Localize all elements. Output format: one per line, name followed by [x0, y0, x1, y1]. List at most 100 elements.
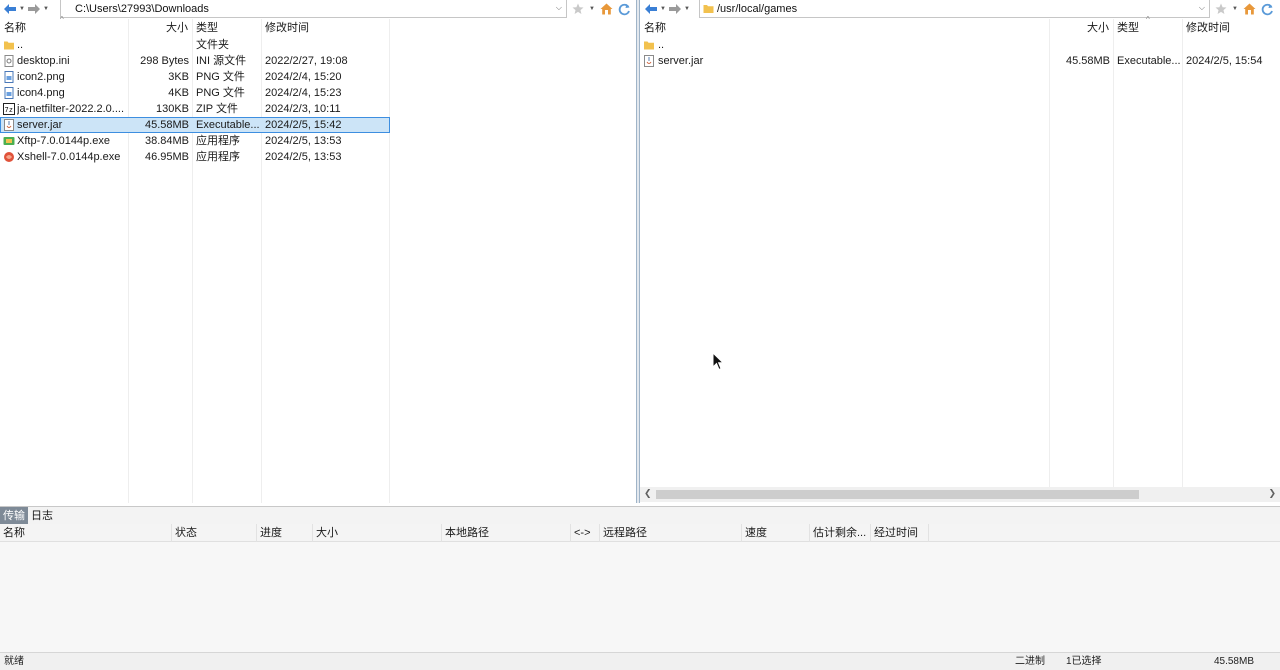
back-dropdown-icon[interactable]: ▼	[659, 6, 667, 12]
forward-dropdown-icon[interactable]: ▼	[42, 6, 50, 12]
file-name: Xshell-7.0.0144p.exe	[17, 151, 121, 163]
file-modified: 2022/2/27, 19:08	[265, 55, 348, 67]
chevron-down-icon[interactable]: ⌵	[556, 3, 562, 13]
file-row[interactable]: icon4.png 4KB PNG 文件 2024/2/4, 15:23	[0, 85, 636, 101]
col-modified-header[interactable]: 修改时间	[261, 19, 389, 37]
forward-arrow-icon[interactable]	[667, 1, 683, 17]
file-row[interactable]: desktop.ini 298 Bytes INI 源文件 2022/2/27, 19…	[0, 53, 636, 69]
settings-file-icon	[3, 55, 15, 67]
remote-path-field[interactable]: /usr/local/games ⌵	[699, 0, 1210, 18]
forward-arrow-icon[interactable]	[26, 1, 42, 17]
col-transfer-speed[interactable]: 速度	[742, 524, 810, 542]
column-divider[interactable]	[1049, 19, 1050, 487]
favorite-star-icon[interactable]	[570, 1, 586, 17]
col-transfer-remote-path[interactable]: 远程路径	[600, 524, 742, 542]
file-type: PNG 文件	[196, 87, 245, 99]
file-modified: 2024/2/4, 15:23	[265, 87, 342, 99]
forward-dropdown-icon[interactable]: ▼	[683, 6, 691, 12]
file-type: 应用程序	[196, 151, 240, 163]
col-transfer-progress[interactable]: 进度	[257, 524, 313, 542]
file-modified: 2024/2/4, 15:20	[265, 71, 342, 83]
file-row[interactable]: ..	[640, 37, 1280, 53]
xshell-app-icon	[3, 151, 15, 163]
file-type: 应用程序	[196, 135, 240, 147]
local-pane: ▼ ▼ C:\Users\27993\Downloads ⌵ ▼ 名称 ^ 大小…	[0, 0, 637, 503]
favorite-star-icon[interactable]	[1213, 1, 1229, 17]
col-modified-header[interactable]: 修改时间	[1182, 19, 1280, 37]
file-modified: 2024/2/5, 13:53	[265, 135, 342, 147]
col-transfer-elapsed[interactable]: 经过时间	[871, 524, 929, 542]
favorite-dropdown-icon[interactable]: ▼	[1231, 6, 1239, 12]
col-type-header[interactable]: 类型	[192, 19, 261, 37]
selection-count-text: 1已选择	[1066, 656, 1102, 667]
scroll-left-icon[interactable]: ❮	[644, 488, 652, 499]
file-size: 3KB	[168, 71, 189, 83]
status-ready-text: 就绪	[4, 656, 24, 667]
tab-log[interactable]: 日志	[28, 507, 56, 525]
folder-icon	[703, 3, 715, 15]
file-size: 45.58MB	[144, 119, 189, 131]
transfer-list	[0, 542, 1280, 652]
remote-pane: ▼ ▼ /usr/local/games ⌵ ▼ 名称 大小 类型 ^ 修改时间	[639, 0, 1280, 503]
favorite-dropdown-icon[interactable]: ▼	[588, 6, 596, 12]
file-size	[128, 37, 189, 53]
back-arrow-icon[interactable]	[643, 1, 659, 17]
col-transfer-local-path[interactable]: 本地路径	[442, 524, 571, 542]
sort-up-icon: ^	[1146, 15, 1150, 24]
horizontal-scrollbar[interactable]: ❮ ❯	[640, 487, 1280, 502]
tab-transfer[interactable]: 传输	[0, 507, 28, 525]
col-transfer-status[interactable]: 状态	[172, 524, 257, 542]
file-type: 文件夹	[196, 39, 229, 51]
file-name: icon2.png	[17, 71, 65, 83]
col-name-header[interactable]: 名称	[0, 19, 128, 37]
column-divider[interactable]	[1182, 19, 1183, 487]
chevron-down-icon[interactable]: ⌵	[1199, 3, 1205, 13]
local-path-field[interactable]: C:\Users\27993\Downloads ⌵	[60, 0, 567, 18]
file-modified: 2024/2/5, 15:54	[1186, 55, 1263, 67]
col-size-header[interactable]: 大小	[1049, 19, 1113, 37]
col-transfer-name[interactable]: 名称	[0, 524, 172, 542]
file-type: Executable...	[1117, 55, 1181, 67]
file-name: ..	[17, 39, 24, 51]
folder-icon	[3, 39, 15, 51]
col-size-header[interactable]: 大小	[128, 19, 192, 37]
file-row[interactable]: Xshell-7.0.0144p.exe 46.95MB 应用程序 2024/2/5,…	[0, 149, 636, 165]
col-transfer-direction[interactable]: <->	[571, 524, 600, 542]
home-icon[interactable]	[1241, 1, 1257, 17]
file-name: ..	[658, 39, 665, 51]
refresh-icon[interactable]	[1259, 1, 1275, 17]
scroll-right-icon[interactable]: ❯	[1268, 488, 1276, 499]
home-icon[interactable]	[598, 1, 614, 17]
file-modified	[1186, 37, 1280, 53]
file-type	[1117, 37, 1181, 53]
file-modified	[265, 37, 388, 53]
image-file-icon	[3, 87, 15, 99]
zip-file-icon: 7z	[3, 103, 15, 115]
refresh-icon[interactable]	[616, 1, 632, 17]
file-row[interactable]: server.jar 45.58MB Executable... 2024/2/5, …	[0, 117, 636, 133]
col-transfer-size[interactable]: 大小	[313, 524, 442, 542]
file-row[interactable]: .. 文件夹	[0, 37, 636, 53]
transfer-tabs: 传输 日志	[0, 506, 1280, 525]
file-size: 45.58MB	[1065, 55, 1110, 67]
file-row[interactable]: icon2.png 3KB PNG 文件 2024/2/4, 15:20	[0, 69, 636, 85]
remote-column-header: 名称 大小 类型 ^ 修改时间	[640, 15, 1280, 37]
file-size: 46.95MB	[144, 151, 189, 163]
file-type: Executable...	[196, 119, 260, 131]
column-divider[interactable]	[1113, 19, 1114, 487]
file-row[interactable]: server.jar 45.58MB Executable... 2024/2/5, …	[640, 53, 1280, 69]
transfer-mode-text: 二进制	[1015, 656, 1045, 667]
col-transfer-eta[interactable]: 估计剩余...	[810, 524, 871, 542]
back-dropdown-icon[interactable]: ▼	[18, 6, 26, 12]
scrollbar-thumb[interactable]	[656, 490, 1139, 499]
sort-up-icon: ^	[60, 15, 64, 24]
file-row[interactable]: 7z ja-netfilter-2022.2.0.... 130KB ZIP 文件 20…	[0, 101, 636, 117]
jar-file-icon	[643, 55, 655, 67]
file-type: INI 源文件	[196, 55, 247, 67]
file-size: 130KB	[155, 103, 189, 115]
file-row[interactable]: Xftp-7.0.0144p.exe 38.84MB 应用程序 2024/2/5, 1…	[0, 133, 636, 149]
col-name-header[interactable]: 名称	[640, 19, 1049, 37]
back-arrow-icon[interactable]	[2, 1, 18, 17]
file-size: 298 Bytes	[140, 55, 189, 67]
file-size	[1049, 37, 1110, 53]
